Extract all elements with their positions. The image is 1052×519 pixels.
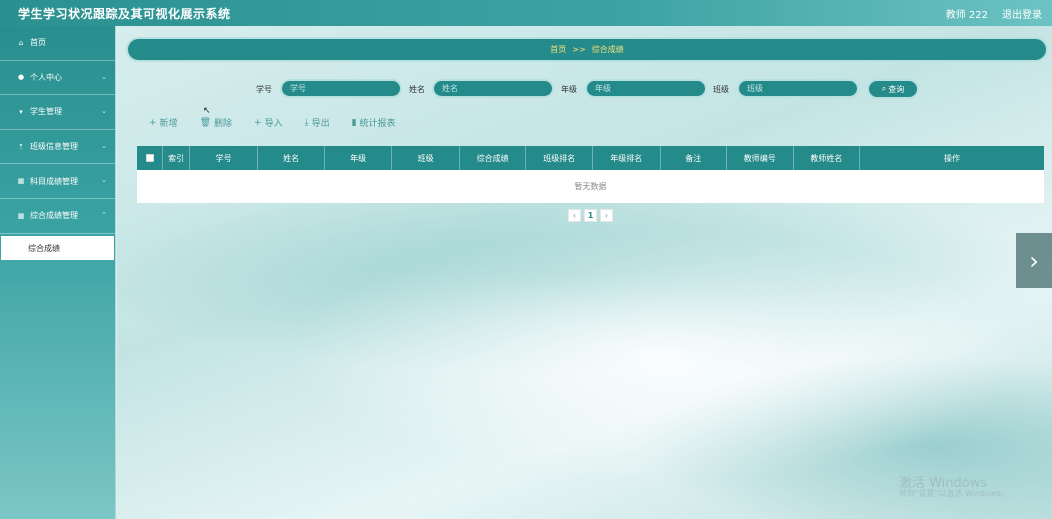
sidebar-item-label: 个人中心	[30, 72, 62, 82]
bar-chart-icon: ▮	[351, 117, 357, 128]
breadcrumb-separator: >>	[572, 45, 586, 54]
name-input[interactable]: 姓名	[432, 79, 554, 98]
report-button[interactable]: ▮ 统计报表	[351, 116, 396, 130]
name-label: 姓名	[409, 85, 425, 94]
sidebar-item-label: 首页	[30, 38, 46, 48]
activation-watermark-text: 转到"设置"以激活 Windows。	[899, 489, 1009, 498]
delete-button-label: 删除	[214, 119, 233, 129]
pagination: ‹ 1 ›	[568, 209, 613, 222]
sidebar-item-personal-center[interactable]: ● 个人中心 ⌄	[0, 61, 115, 96]
chevron-up-icon: ⌃	[101, 210, 107, 219]
student-id-input[interactable]: 学号	[280, 79, 402, 98]
grid-icon: ▦	[17, 211, 25, 220]
chevron-down-icon: ⌄	[101, 176, 107, 185]
sidebar-item-overall-score[interactable]: ▦ 综合成绩管理 ⌃	[0, 199, 115, 234]
grid-icon: ▦	[17, 177, 25, 186]
logout-link[interactable]: 退出登录	[1002, 6, 1042, 21]
top-bar: 学生学习状况跟踪及其可视化展示系统 教师 222 退出登录	[0, 0, 1052, 26]
trash-icon: 🗑	[199, 117, 211, 128]
sidebar-item-label: 综合成绩管理	[30, 211, 78, 221]
column-header: 教师姓名	[794, 146, 861, 170]
select-all-checkbox[interactable]	[145, 154, 154, 162]
sidebar-item-label: 学生管理	[30, 107, 62, 117]
add-button-label: 新增	[159, 119, 178, 129]
column-header: 操作	[944, 153, 961, 163]
import-button-label: 导入	[264, 119, 283, 129]
sidebar: ⌂ 首页 ● 个人中心 ⌄ ▾ 学生管理 ⌄ ⇡ 班级信息管理 ⌄ ▦ 科目成绩…	[0, 26, 116, 519]
search-icon: ⌕	[881, 84, 887, 93]
user-icon: ●	[17, 73, 25, 82]
table-empty-row: 暂无数据	[137, 170, 1044, 203]
student-id-label: 学号	[256, 85, 272, 94]
column-header: 姓名	[258, 146, 325, 170]
search-bar: 学号 学号 姓名 姓名 年级 年级 班级 班级 ⌕ 查询	[117, 79, 1052, 99]
grade-input[interactable]: 年级	[585, 79, 707, 98]
current-user: 教师 222	[945, 10, 988, 21]
plus-icon: +	[254, 117, 262, 128]
chevron-down-icon: ⌄	[101, 107, 107, 116]
column-header: 班级排名	[526, 146, 593, 170]
download-icon: ⤓	[304, 117, 309, 128]
column-header: 综合成绩	[460, 146, 527, 170]
column-header: 索引	[163, 146, 190, 170]
query-button[interactable]: ⌕ 查询	[867, 79, 919, 99]
chevron-down-icon: ⌄	[101, 72, 107, 81]
select-all-cell	[137, 146, 164, 170]
column-header: 年级排名	[593, 146, 661, 170]
mouse-cursor-icon: ↖	[203, 106, 211, 116]
chevron-right-icon: ›	[1029, 246, 1039, 275]
report-button-label: 统计报表	[359, 119, 396, 129]
import-button[interactable]: + 导入	[254, 116, 283, 130]
prev-page-button[interactable]: ‹	[568, 209, 581, 222]
page-number-button[interactable]: 1	[584, 209, 597, 222]
column-header: 教师编号	[727, 146, 794, 170]
top-right-area: 教师 222 退出登录	[946, 6, 1042, 21]
grade-label: 年级	[561, 85, 577, 94]
export-button[interactable]: ⤓ 导出	[304, 116, 330, 130]
home-icon: ⌂	[18, 38, 24, 47]
table-header: 索引 学号 姓名 年级 班级 综合成绩 班级排名 年级排名 备注 教师编号 教师…	[137, 146, 1044, 170]
chevron-down-icon: ⌄	[101, 141, 107, 150]
export-button-label: 导出	[311, 119, 330, 129]
sidebar-item-class-info[interactable]: ⇡ 班级信息管理 ⌄	[0, 130, 115, 165]
column-header: 备注	[661, 146, 728, 170]
class-input[interactable]: 班级	[737, 79, 859, 98]
next-page-button[interactable]: ›	[600, 209, 613, 222]
add-button[interactable]: + 新增	[149, 116, 178, 130]
sidebar-item-label: 科目成绩管理	[30, 176, 78, 186]
column-header: 年级	[325, 146, 393, 170]
class-label: 班级	[713, 85, 729, 94]
toolbar: + 新增 🗑 删除 + 导入 ⤓ 导出 ▮ 统计报表	[149, 116, 396, 130]
sidebar-item-home[interactable]: ⌂ 首页	[0, 26, 115, 61]
sidebar-item-label: 班级信息管理	[30, 142, 78, 152]
query-button-label: 查询	[888, 84, 905, 94]
student-icon: ▾	[19, 107, 23, 116]
main-content: 首页 >> 综合成绩 学号 学号 姓名 姓名 年级 年级 班级 班级 ⌕ 查询 …	[117, 26, 1052, 519]
app-title: 学生学习状况跟踪及其可视化展示系统	[18, 7, 231, 21]
delete-button[interactable]: 🗑 删除	[199, 116, 233, 130]
sidebar-item-student-management[interactable]: ▾ 学生管理 ⌄	[0, 95, 115, 130]
plus-icon: +	[149, 117, 157, 128]
sidebar-item-subject-score[interactable]: ▦ 科目成绩管理 ⌄	[0, 164, 115, 199]
column-header: 班级	[392, 146, 460, 170]
breadcrumb-current: 综合成绩	[591, 45, 624, 54]
column-header: 学号	[190, 146, 259, 170]
breadcrumb-home[interactable]: 首页	[550, 44, 566, 55]
upload-icon: ⇡	[18, 142, 24, 151]
sidebar-subitem-overall-score[interactable]: 综合成绩	[1, 236, 114, 260]
next-slide-button[interactable]: ›	[1016, 233, 1052, 288]
breadcrumb: 首页 >> 综合成绩	[126, 37, 1048, 62]
